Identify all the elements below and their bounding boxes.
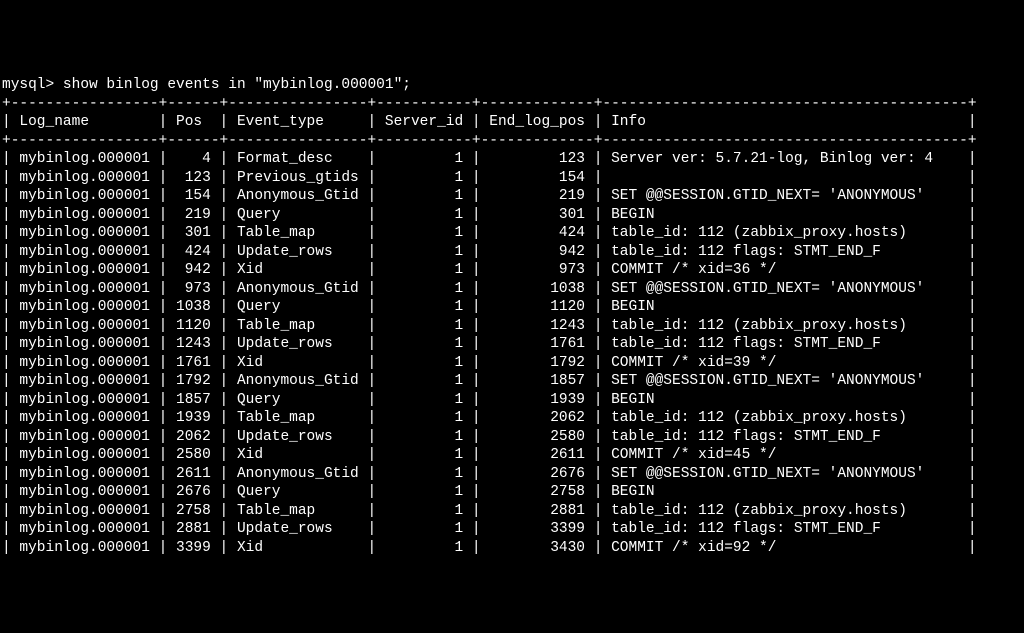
table-border-mid: +-----------------+------+--------------… — [2, 133, 977, 149]
table-border-top: +-----------------+------+--------------… — [2, 96, 977, 112]
terminal-output: mysql> show binlog events in "mybinlog.0… — [0, 56, 1024, 560]
sql-command: show binlog events in "mybinlog.000001"; — [63, 77, 411, 93]
table-body: | mybinlog.000001 | 4 | Format_desc | 1 … — [2, 150, 1022, 557]
table-header-row: | Log_name | Pos | Event_type | Server_i… — [2, 114, 977, 130]
mysql-prompt: mysql> — [2, 77, 63, 93]
